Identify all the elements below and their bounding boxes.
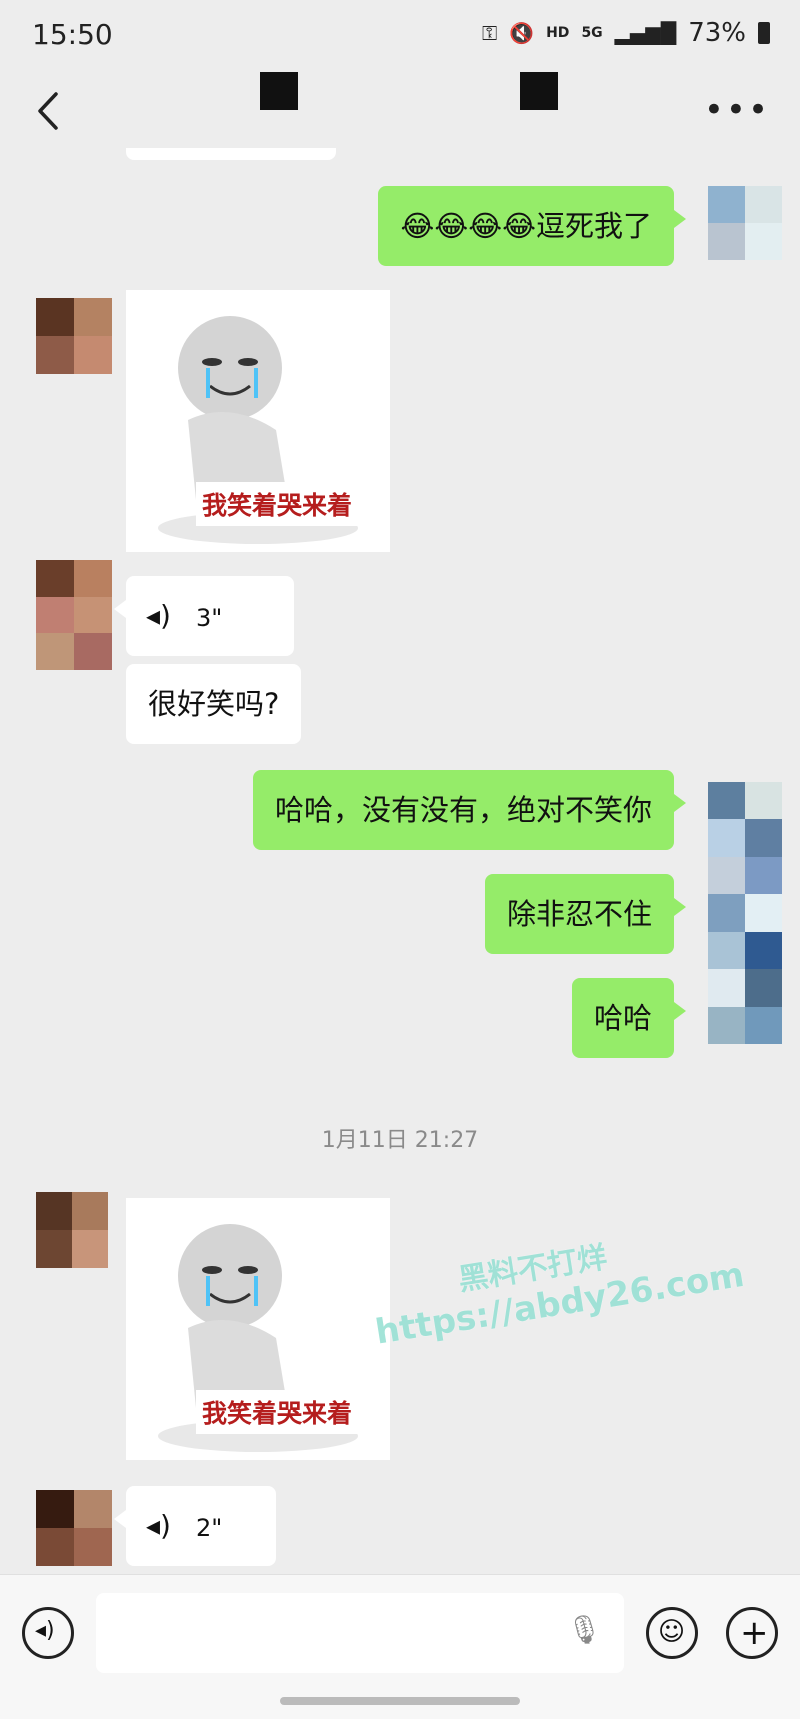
message-input[interactable]: 🎙 (96, 1593, 624, 1673)
self-avatar-2[interactable] (708, 782, 782, 1044)
contact-avatar[interactable] (36, 298, 112, 374)
battery-icon (758, 22, 770, 44)
microphone-icon[interactable]: 🎙 (566, 1613, 602, 1646)
voice-duration-1: 3" (196, 604, 223, 632)
received-message-1[interactable]: 很好笑吗? (126, 664, 302, 744)
sticker-caption-1: 我笑着哭来着 (196, 482, 359, 526)
sent-message-4[interactable]: 哈哈 (571, 978, 687, 1058)
sent-message-3[interactable]: 除非忍不住 (484, 874, 687, 954)
sent-message-2[interactable]: 哈哈，没有没有，绝对不笑你 (252, 770, 687, 850)
input-bar: ◂) 🎙 ☺ + (0, 1574, 800, 1719)
voice-input-toggle-icon[interactable]: ◂) (22, 1607, 74, 1659)
sent-message-1[interactable]: 😂😂😂😂逗死我了 (378, 186, 686, 266)
back-icon[interactable] (30, 86, 70, 136)
voice-icon: ◂) (146, 1509, 171, 1542)
voice-icon: ◂) (146, 599, 171, 632)
sticker-caption-2: 我笑着哭来着 (196, 1390, 359, 1434)
voice-message-2[interactable]: ◂) 2" (114, 1486, 276, 1566)
network-label: 5G (581, 25, 603, 41)
chat-header: ••• (0, 72, 800, 152)
home-indicator (280, 1697, 520, 1705)
contact-avatar-2[interactable] (36, 560, 112, 670)
chat-timestamp: 1月11日 21:27 (321, 1128, 479, 1153)
redacted-title-mask-left (260, 72, 298, 110)
voice-message-1[interactable]: ◂) 3" (114, 576, 294, 656)
status-bar: 15:50 ⚿ 🔇 HD 5G ▂▄▆█ 73% (0, 0, 800, 72)
key-icon: ⚿ (481, 21, 498, 45)
battery-percent: 73% (688, 18, 746, 48)
contact-avatar-3[interactable] (36, 1192, 108, 1268)
signal-icon: ▂▄▆█ (614, 21, 677, 45)
redacted-title-mask-right (520, 72, 558, 110)
emoji-icon[interactable]: ☺ (646, 1607, 698, 1659)
contact-avatar-4[interactable] (36, 1490, 112, 1566)
status-time: 15:50 (32, 18, 113, 51)
status-icons: ⚿ 🔇 HD 5G ▂▄▆█ 73% (482, 18, 770, 48)
mute-icon: 🔇 (509, 21, 535, 45)
watermark: 黑料不打烊 https://abdy26.com (366, 1211, 747, 1353)
add-icon[interactable]: + (726, 1607, 778, 1659)
sticker-crying-laugh-1[interactable]: 我笑着哭来着 (126, 290, 390, 552)
hd-label: HD (546, 25, 570, 41)
self-avatar[interactable] (708, 186, 782, 260)
sticker-crying-laugh-2[interactable]: 我笑着哭来着 (126, 1198, 390, 1460)
cut-off-bubble (126, 148, 336, 160)
voice-duration-2: 2" (196, 1514, 223, 1542)
more-options-icon[interactable]: ••• (704, 90, 770, 130)
